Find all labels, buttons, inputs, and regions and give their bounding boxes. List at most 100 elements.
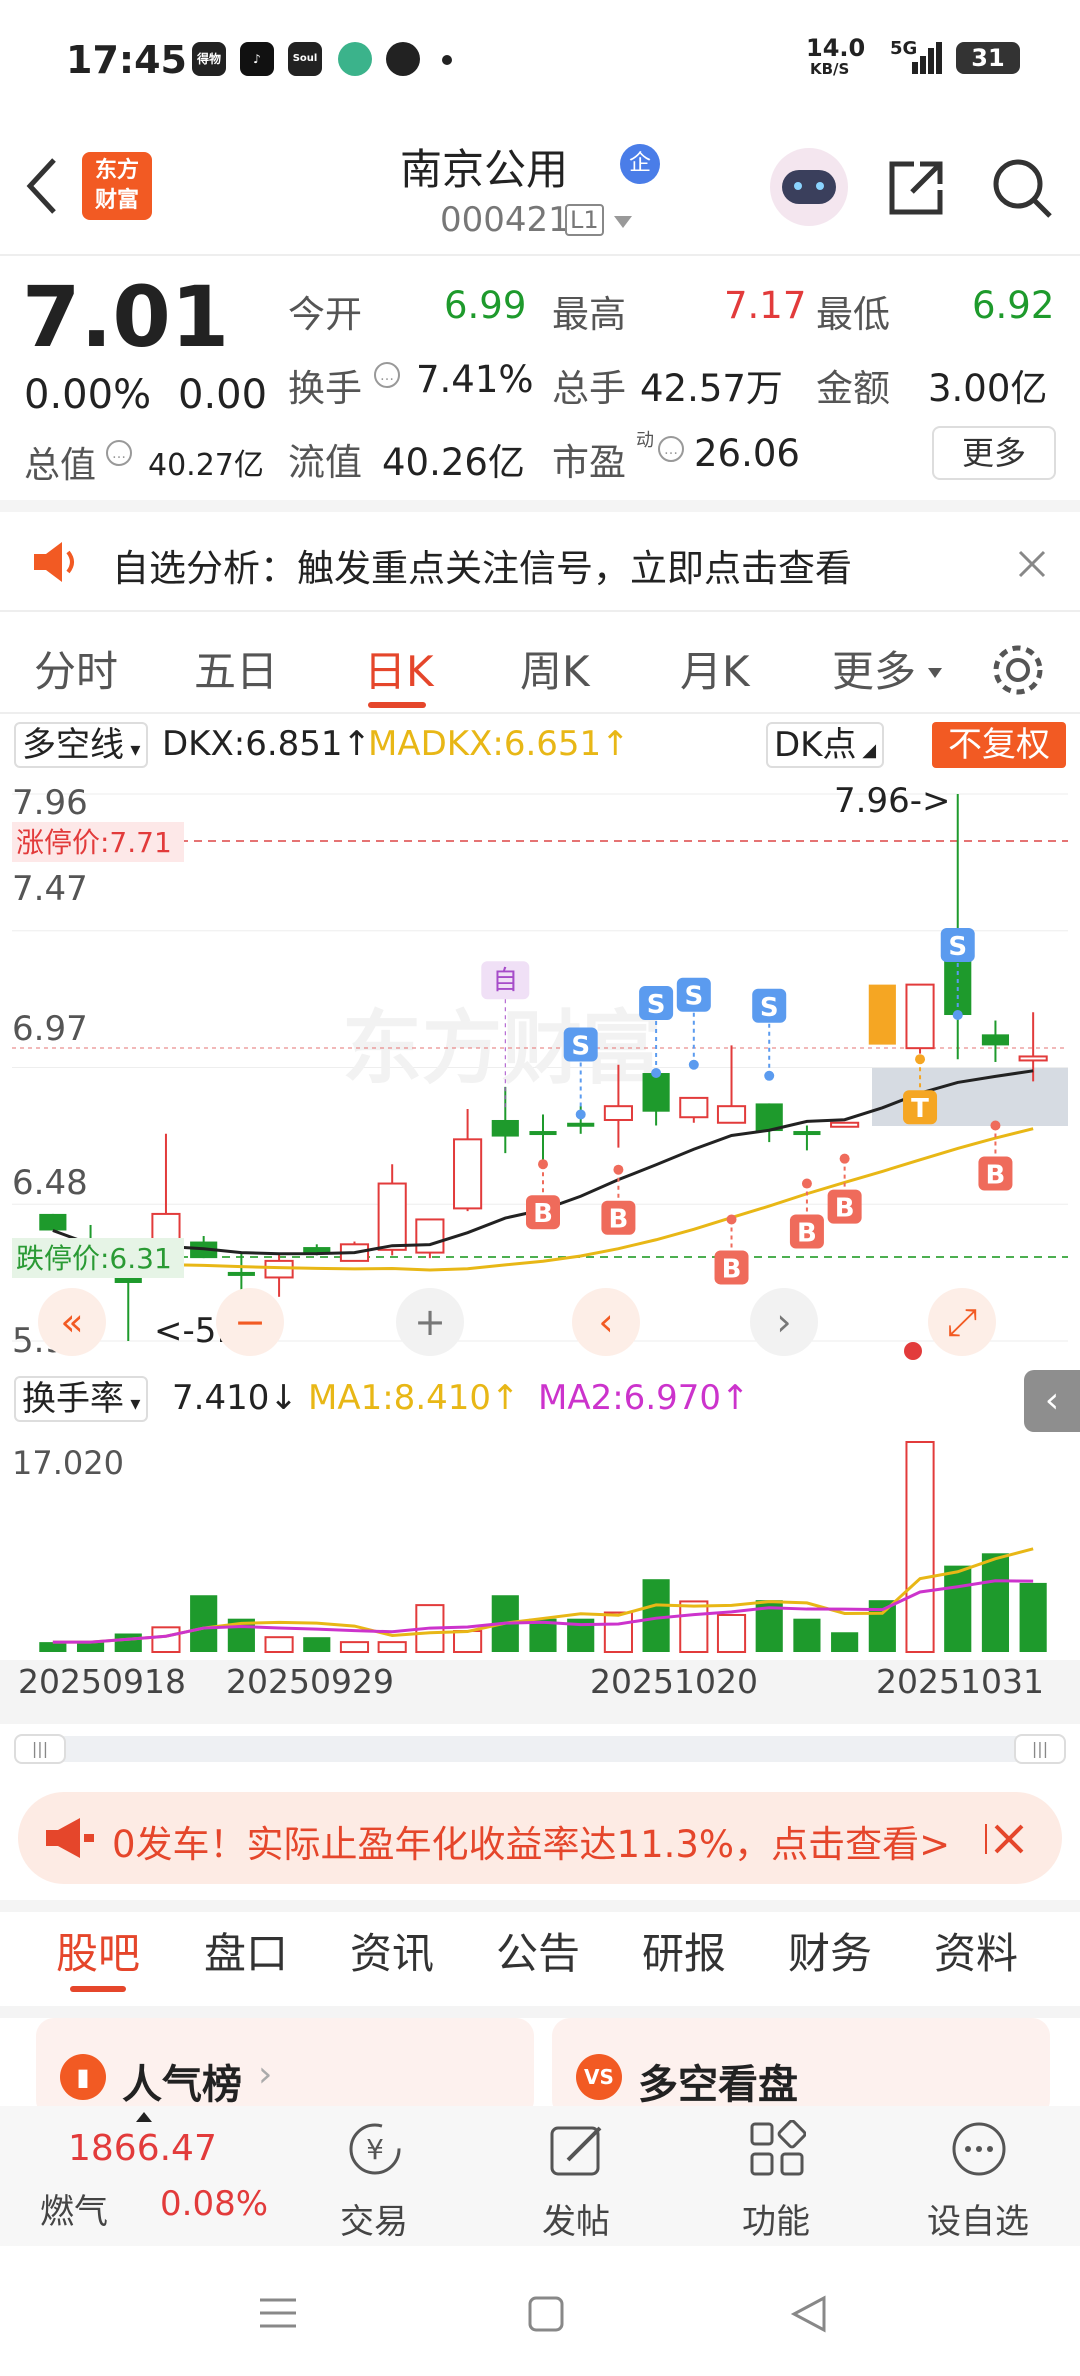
popularity-card[interactable]: ▮ 人气榜 › [36, 2018, 534, 2118]
turnover-bar [264, 1636, 294, 1654]
turnover-bar [1019, 1582, 1047, 1652]
alert-banner[interactable]: 自选分析：触发重点关注信号，立即点击查看 [0, 512, 1080, 612]
tab-intraday[interactable]: 分时 [34, 638, 118, 699]
info-icon[interactable]: … [656, 434, 686, 464]
more-button[interactable]: 更多 [932, 426, 1056, 480]
yuan-icon: ¥ [349, 2123, 401, 2175]
long-short-card[interactable]: VS 多空看盘 [552, 2018, 1050, 2118]
scroller-left-handle[interactable]: ||| [14, 1734, 66, 1764]
back-nav-icon[interactable] [790, 2294, 828, 2334]
candle [227, 1271, 255, 1276]
volume-value: 42.57万 [640, 367, 783, 410]
gear-icon[interactable] [990, 642, 1046, 698]
change-value: 0.00 [178, 372, 268, 418]
vol-ytop: 17.020 [12, 1444, 124, 1482]
limit-down-label: 跌停价:6.31 [16, 1242, 172, 1275]
volume-indicator-selector[interactable]: 换手率 ▾ [14, 1376, 149, 1422]
battery-icon: 31 [956, 42, 1020, 74]
promo-banner[interactable]: 0发车！实际止盈年化收益率达11.3%，点击查看> [18, 1792, 1062, 1884]
logo-line1: 东方 [94, 158, 139, 183]
tab-announcement[interactable]: 公告 [496, 1920, 580, 1981]
stock-code[interactable]: 000421 [440, 200, 570, 240]
share-icon[interactable] [884, 156, 948, 220]
turnover-bar [831, 1632, 859, 1652]
indicator-selector[interactable]: 多空线 ▾ [14, 722, 149, 768]
turnover-value: 7.41% [416, 358, 534, 401]
assistant-avatar[interactable] [770, 148, 848, 226]
turnover-bar [303, 1637, 331, 1652]
candle [1018, 1055, 1048, 1062]
change-pct: 0.00% [24, 372, 152, 418]
eastmoney-logo[interactable]: 东方 财富 [82, 152, 152, 220]
adjust-button[interactable]: 不复权 [932, 722, 1066, 768]
low-value: 6.92 [972, 284, 1055, 327]
zoom-in-button[interactable]: + [396, 1288, 464, 1356]
candle [793, 1131, 821, 1136]
prev-button[interactable]: ‹ [572, 1288, 640, 1356]
float-label: 流值 [288, 441, 362, 484]
tab-weekly-k[interactable]: 周K [520, 638, 590, 699]
tab-news[interactable]: 资讯 [350, 1920, 434, 1981]
index-name[interactable]: 燃气 [40, 2184, 108, 2233]
open-value: 6.99 [444, 284, 527, 327]
index-change[interactable]: 0.08% [160, 2184, 268, 2224]
signal-dot [801, 1178, 812, 1189]
date-label-1: 20250918 [18, 1662, 186, 1701]
madkx-value: MADKX:6.651↑ [368, 724, 630, 764]
zoom-out-button[interactable]: − [216, 1288, 284, 1356]
y-tick-3: 6.97 [12, 1009, 88, 1049]
turnover-bar [377, 1641, 407, 1653]
rewind-button[interactable]: « [38, 1288, 106, 1356]
level-badge: L1 [565, 204, 604, 236]
back-icon[interactable] [22, 156, 62, 216]
info-icon[interactable]: … [372, 360, 402, 390]
index-value[interactable]: 1866.47 [68, 2128, 217, 2169]
home-icon[interactable] [528, 2296, 564, 2332]
collapse-panel-button[interactable]: ‹ [1024, 1370, 1080, 1432]
tab-guba[interactable]: 股吧 [56, 1920, 140, 1981]
signal-dot [764, 1070, 775, 1081]
dk-point-selector[interactable]: DK点 ◢ [766, 722, 885, 768]
turnover-label: 换手 [288, 367, 362, 410]
net-speed-unit: KB/S [810, 60, 850, 78]
bottom-nav: 1866.47 燃气 0.08% ¥ 交易 发帖 功能 设自选 [0, 2106, 1080, 2246]
tab-finance[interactable]: 财务 [788, 1920, 872, 1981]
menu-icon[interactable] [258, 2296, 298, 2330]
signal-dot [915, 1054, 926, 1065]
chart-tabs: 分时 五日 日K 周K 月K 更多 [0, 620, 1080, 715]
status-bar: 17:45 得物 ♪ Soul 14.0 KB/S 5G 31 [0, 0, 1080, 118]
turnover-bar [868, 1600, 896, 1652]
signal-dot [726, 1214, 737, 1225]
search-icon[interactable] [988, 154, 1056, 222]
scroller-right-handle[interactable]: ||| [1014, 1734, 1066, 1764]
signal-dot [538, 1159, 548, 1170]
tab-profile[interactable]: 资料 [934, 1920, 1018, 1981]
y-tick-2: 7.47 [12, 869, 88, 909]
close-icon[interactable] [1016, 548, 1048, 580]
tab-pankou[interactable]: 盘口 [204, 1920, 288, 1981]
tab-daily-k[interactable]: 日K [364, 638, 434, 699]
status-time: 17:45 [66, 38, 187, 82]
tab-more[interactable]: 更多 [832, 638, 916, 699]
tab-monthly-k[interactable]: 月K [680, 638, 750, 699]
turnover-chart[interactable]: 17.020 20250918 [12, 1432, 1068, 1682]
trade-label: 交易 [340, 2202, 408, 2242]
signal-badge-label: S [647, 990, 666, 1020]
tiktok-app-icon: ♪ [240, 42, 274, 76]
close-icon[interactable] [984, 1820, 1028, 1858]
chevron-down-icon[interactable] [612, 214, 634, 230]
turnover-bar [603, 1611, 633, 1654]
range-scroller[interactable]: ||| ||| [14, 1734, 1066, 1764]
target-zone [872, 1068, 1068, 1126]
info-icon[interactable]: … [104, 438, 134, 468]
tab-five-day[interactable]: 五日 [194, 638, 278, 699]
fullscreen-button[interactable]: ⤢ [928, 1288, 996, 1356]
date-label-2: 20250929 [226, 1662, 394, 1701]
ma2-value: MA2:6.970↑ [538, 1378, 750, 1418]
tab-research[interactable]: 研报 [642, 1920, 726, 1981]
high-label: 最高 [552, 293, 626, 336]
turnover-indicator-value: 7.410↓ [172, 1378, 298, 1418]
next-button[interactable]: › [750, 1288, 818, 1356]
candlestick-chart[interactable]: 东方财富 BBBBBBSSSSST自 7.96 7.47 6.97 6.48 5… [12, 776, 1068, 1366]
grid-icon [750, 2120, 806, 2176]
